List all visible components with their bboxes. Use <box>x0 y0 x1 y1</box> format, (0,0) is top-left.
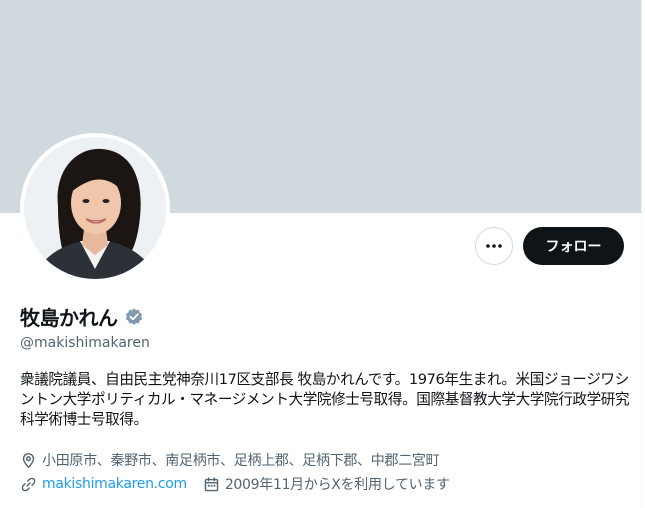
calendar-icon <box>204 476 219 491</box>
profile-meta-row: makishimakaren.com 2009年11月からXを利用しています <box>20 474 450 494</box>
link-icon <box>21 477 36 491</box>
follow-button[interactable]: フォロー <box>523 227 624 265</box>
profile-handle: @makishimakaren <box>20 335 150 351</box>
profile-website-link[interactable]: makishimakaren.com <box>42 476 187 492</box>
location-pin-icon <box>22 452 35 468</box>
profile-location: 小田原市、秦野市、南足柄市、足柄上郡、足柄下郡、中郡二宮町 <box>42 453 440 469</box>
column-border <box>641 0 642 508</box>
profile-join-date: 2009年11月からXを利用しています <box>224 477 450 493</box>
profile-display-name: 牧島かれん <box>20 306 118 330</box>
avatar-portrait-image <box>24 137 166 279</box>
profile-location-row: 小田原市、秦野市、南足柄市、足柄上郡、足柄下郡、中郡二宮町 <box>20 450 440 470</box>
avatar-photo <box>24 137 166 279</box>
verified-badge-icon[interactable] <box>124 307 144 327</box>
more-dots-icon <box>486 244 502 248</box>
more-options-button[interactable] <box>475 227 513 265</box>
profile-name-row: 牧島かれん <box>20 302 144 331</box>
profile-bio: 衆議院議員、自由民主党神奈川17区支部長 牧島かれんです。1976年生まれ。米国… <box>20 371 630 428</box>
profile-avatar[interactable] <box>20 133 170 283</box>
